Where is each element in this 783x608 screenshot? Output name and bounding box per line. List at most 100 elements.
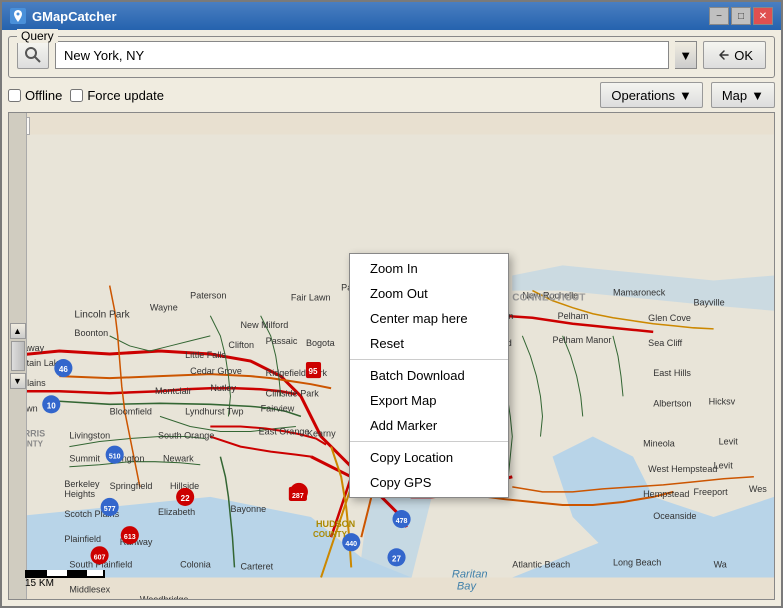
svg-text:440: 440 (345, 541, 357, 548)
ok-button[interactable]: OK (703, 41, 766, 69)
svg-text:Little Falls: Little Falls (185, 350, 226, 360)
svg-text:Nutley: Nutley (210, 383, 236, 393)
svg-text:478: 478 (396, 518, 408, 525)
query-row: ▼ OK (17, 41, 766, 69)
map-button[interactable]: Map ▼ (711, 82, 775, 108)
svg-text:Livingston: Livingston (69, 431, 110, 441)
query-group: Query ▼ OK (8, 36, 775, 78)
menu-item-export-map[interactable]: Export Map (350, 388, 508, 413)
svg-text:Atlantic Beach: Atlantic Beach (512, 559, 570, 569)
ok-label: OK (734, 48, 753, 63)
force-update-checkbox[interactable] (70, 89, 83, 102)
svg-text:Berkeley: Berkeley (64, 479, 100, 489)
svg-text:Wes: Wes (749, 484, 767, 494)
svg-text:Heights: Heights (64, 489, 95, 499)
svg-text:Glen Cove: Glen Cove (648, 313, 691, 323)
force-update-label: Force update (87, 88, 164, 103)
svg-text:Lincoln Park: Lincoln Park (74, 310, 130, 321)
svg-text:46: 46 (59, 365, 68, 374)
maximize-button[interactable]: □ (731, 7, 751, 25)
offline-checkbox[interactable] (8, 89, 21, 102)
offline-checkbox-label[interactable]: Offline (8, 88, 62, 103)
svg-text:Woodbridge: Woodbridge (140, 595, 189, 599)
svg-text:Carteret: Carteret (241, 561, 274, 571)
scroll-down-button[interactable]: ▼ (10, 373, 26, 389)
svg-text:510: 510 (109, 454, 121, 461)
svg-text:Cliffside Park: Cliffside Park (266, 388, 320, 398)
menu-separator-1 (350, 359, 508, 360)
svg-text:Colonia: Colonia (180, 559, 212, 569)
operations-button[interactable]: Operations ▼ (600, 82, 702, 108)
svg-text:Freeport: Freeport (693, 487, 728, 497)
svg-text:577: 577 (104, 506, 116, 513)
svg-text:Summit: Summit (69, 454, 100, 464)
svg-text:Hicksv: Hicksv (709, 396, 736, 406)
menu-separator-2 (350, 441, 508, 442)
scale-bar: 15 KM (25, 570, 105, 589)
svg-text:Boonton: Boonton (74, 328, 108, 338)
svg-text:Cedar Grove: Cedar Grove (190, 366, 242, 376)
menu-item-center-map[interactable]: Center map here (350, 306, 508, 331)
svg-text:Bay: Bay (457, 581, 478, 593)
menu-item-zoom-out[interactable]: Zoom Out (350, 281, 508, 306)
search-icon (24, 46, 42, 64)
context-menu: Zoom In Zoom Out Center map here Reset B… (349, 253, 509, 498)
svg-text:613: 613 (124, 534, 136, 541)
svg-text:East Hills: East Hills (653, 368, 691, 378)
svg-text:10: 10 (47, 401, 56, 410)
query-dropdown-button[interactable]: ▼ (675, 41, 697, 69)
svg-text:Plainfield: Plainfield (64, 534, 101, 544)
svg-text:Oceanside: Oceanside (653, 511, 696, 521)
svg-text:Pelham Manor: Pelham Manor (553, 335, 612, 345)
menu-item-add-marker[interactable]: Add Marker (350, 413, 508, 438)
svg-text:95: 95 (309, 367, 318, 376)
scroll-thumb[interactable] (11, 341, 25, 371)
svg-text:Newark: Newark (163, 454, 194, 464)
svg-text:Fair Lawn: Fair Lawn (291, 293, 331, 303)
ok-icon (716, 48, 730, 62)
titlebar-left: GMapCatcher (10, 8, 117, 24)
scale-label: 15 KM (25, 578, 54, 589)
svg-text:Mineola: Mineola (643, 439, 676, 449)
dropdown-arrow-icon: ▼ (679, 48, 692, 63)
svg-text:Bayville: Bayville (693, 298, 724, 308)
svg-text:Pelham: Pelham (558, 311, 589, 321)
svg-text:COUNTY: COUNTY (313, 530, 348, 539)
offline-label: Offline (25, 88, 62, 103)
minimize-button[interactable]: − (709, 7, 729, 25)
svg-text:East Orange: East Orange (259, 427, 310, 437)
svg-text:287: 287 (292, 493, 304, 500)
titlebar-title: GMapCatcher (32, 9, 117, 24)
svg-text:Clifton: Clifton (228, 340, 254, 350)
svg-text:Wayne: Wayne (150, 303, 178, 313)
svg-text:Albertson: Albertson (653, 398, 691, 408)
svg-text:22: 22 (181, 494, 190, 503)
scroll-up-button[interactable]: ▲ (10, 323, 26, 339)
main-content: Query ▼ OK (2, 30, 781, 606)
map-container[interactable]: Lincoln Park Wayne Paterson Fair Lawn Pa… (8, 112, 775, 600)
svg-text:Bayonne: Bayonne (230, 504, 266, 514)
svg-text:Fairview: Fairview (261, 403, 295, 413)
svg-text:Raritan: Raritan (452, 568, 488, 580)
svg-text:CONNECTICUT: CONNECTICUT (512, 293, 586, 304)
svg-text:Wa: Wa (714, 559, 728, 569)
menu-item-zoom-in[interactable]: Zoom In (350, 256, 508, 281)
menu-item-batch-download[interactable]: Batch Download (350, 363, 508, 388)
svg-text:West Hempstead: West Hempstead (648, 464, 717, 474)
svg-text:Sea Cliff: Sea Cliff (648, 338, 683, 348)
svg-text:Passaic: Passaic (266, 336, 298, 346)
query-group-label: Query (17, 29, 58, 43)
query-search-button[interactable] (17, 41, 49, 69)
query-input[interactable] (55, 41, 669, 69)
close-button[interactable]: ✕ (753, 7, 773, 25)
toolbar-row: Offline Force update Operations ▼ Map ▼ (8, 82, 775, 108)
svg-text:Long Beach: Long Beach (613, 557, 661, 567)
scale-bar-line (25, 570, 105, 578)
menu-item-copy-location[interactable]: Copy Location (350, 445, 508, 470)
svg-text:27: 27 (392, 554, 401, 563)
svg-text:HUDSON: HUDSON (316, 519, 355, 529)
menu-item-copy-gps[interactable]: Copy GPS (350, 470, 508, 495)
force-update-checkbox-label[interactable]: Force update (70, 88, 164, 103)
menu-item-reset[interactable]: Reset (350, 331, 508, 356)
titlebar: GMapCatcher − □ ✕ (2, 2, 781, 30)
